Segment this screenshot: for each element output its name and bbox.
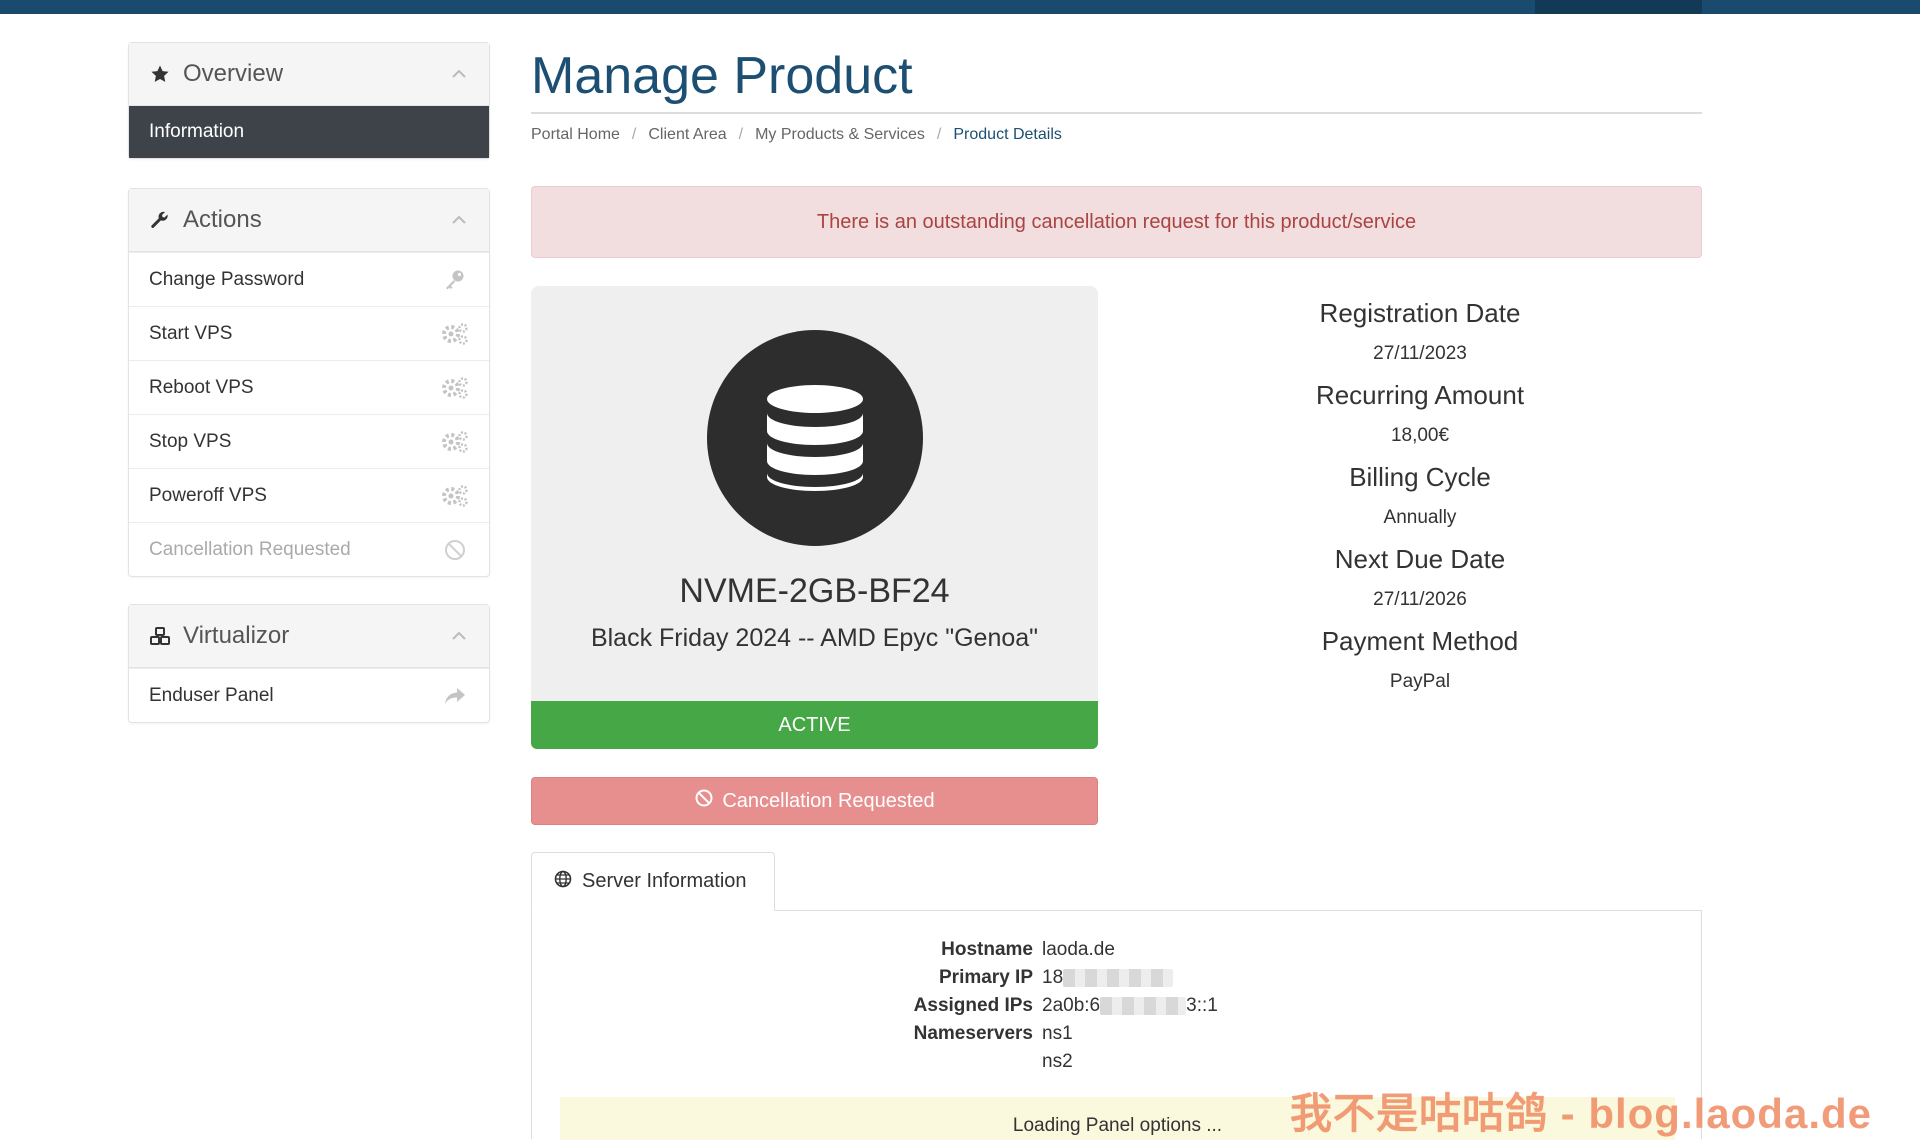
breadcrumb-separator: / <box>738 126 744 143</box>
server-row-hostname: Hostname laoda.de <box>532 939 1703 967</box>
cancellation-requested-button[interactable]: Cancellation Requested <box>531 777 1098 825</box>
product-details: Registration Date 27/11/2023 Recurring A… <box>1200 290 1640 700</box>
overview-panel-header[interactable]: Overview <box>129 43 489 106</box>
gears-icon <box>441 374 469 402</box>
detail-value: 18,00€ <box>1390 425 1450 446</box>
tab-server-information[interactable]: Server Information <box>531 852 775 911</box>
breadcrumb-product-details: Product Details <box>953 126 1062 143</box>
globe-icon <box>554 870 572 894</box>
top-nav-bar <box>0 0 1920 14</box>
sidebar-item-stop-vps[interactable]: Stop VPS <box>129 414 489 468</box>
tab-label: Server Information <box>582 870 747 892</box>
sidebar-item-label: Poweroff VPS <box>149 484 267 506</box>
detail-label: Next Due Date <box>1334 544 1506 574</box>
breadcrumb: Portal Home / Client Area / My Products … <box>531 126 1062 144</box>
product-name: NVME-2GB-BF24 <box>679 572 950 610</box>
sidebar-item-enduser-panel[interactable]: Enduser Panel <box>129 668 489 722</box>
watermark: 我不是咕咕鸽 - blog.laoda.de <box>1290 1090 1873 1137</box>
sidebar-item-label: Enduser Panel <box>149 684 274 706</box>
ban-icon <box>441 536 469 564</box>
sidebar-item-label: Change Password <box>149 268 305 290</box>
server-value: ns2 <box>1042 1051 1073 1072</box>
cubes-icon <box>149 625 171 647</box>
product-card: NVME-2GB-BF24 Black Friday 2024 -- AMD E… <box>531 286 1098 710</box>
sidebar-item-label: Reboot VPS <box>149 376 254 398</box>
sidebar-item-reboot-vps[interactable]: Reboot VPS <box>129 360 489 414</box>
breadcrumb-client-area[interactable]: Client Area <box>648 126 726 144</box>
sidebar-item-start-vps[interactable]: Start VPS <box>129 306 489 360</box>
gears-icon <box>441 428 469 456</box>
virtualizor-panel: Virtualizor Enduser Panel <box>128 604 490 723</box>
detail-label: Billing Cycle <box>1349 462 1491 492</box>
assigned-ip-prefix: 2a0b:6 <box>1042 995 1101 1016</box>
server-row-primary-ip: Primary IP 18 <box>532 967 1703 995</box>
page-title: Manage Product <box>531 47 913 105</box>
detail-value: 27/11/2023 <box>1373 343 1467 364</box>
virtualizor-panel-title: Virtualizor <box>183 622 290 649</box>
breadcrumb-separator: / <box>936 126 942 143</box>
share-icon <box>441 682 469 710</box>
sidebar-item-cancellation-requested: Cancellation Requested <box>129 522 489 576</box>
chevron-up-icon[interactable] <box>449 64 469 84</box>
server-value: ns1 <box>1042 1023 1073 1044</box>
chevron-up-icon[interactable] <box>449 626 469 646</box>
server-value: laoda.de <box>1042 939 1115 960</box>
server-label: Assigned IPs <box>913 995 1033 1016</box>
gears-icon <box>441 482 469 510</box>
wrench-icon <box>149 209 171 231</box>
sidebar-item-change-password[interactable]: Change Password <box>129 252 489 306</box>
detail-value: Annually <box>1383 507 1457 528</box>
virtualizor-panel-header[interactable]: Virtualizor <box>129 605 489 668</box>
breadcrumb-separator: / <box>631 126 637 143</box>
server-value: 18 <box>1042 967 1174 989</box>
sidebar-item-label: Stop VPS <box>149 430 232 452</box>
key-icon <box>441 266 469 294</box>
overview-panel-title: Overview <box>183 60 284 87</box>
actions-panel: Actions Change Password Start VPS Reboot… <box>128 188 490 577</box>
server-label: Hostname <box>941 939 1033 960</box>
sidebar-item-information[interactable]: Information <box>129 106 489 158</box>
breadcrumb-portal-home[interactable]: Portal Home <box>531 126 620 144</box>
detail-label: Payment Method <box>1321 626 1519 656</box>
server-row-nameserver-2: ns2 <box>532 1051 1703 1079</box>
star-icon <box>149 63 171 85</box>
server-value: 2a0b:6 3::1 <box>1042 995 1218 1017</box>
status-badge: ACTIVE <box>531 701 1098 749</box>
actions-panel-title: Actions <box>183 206 262 233</box>
database-icon <box>707 330 923 546</box>
assigned-ip-suffix: 3::1 <box>1186 995 1218 1016</box>
sidebar-item-label: Start VPS <box>149 322 233 344</box>
product-group: Black Friday 2024 -- AMD Epyc "Genoa" <box>590 624 1039 652</box>
gears-icon <box>441 320 469 348</box>
actions-panel-header[interactable]: Actions <box>129 189 489 252</box>
cancellation-alert: There is an outstanding cancellation req… <box>531 186 1702 258</box>
detail-label: Recurring Amount <box>1315 380 1525 410</box>
title-divider <box>531 112 1702 114</box>
server-row-nameservers: Nameservers ns1 <box>532 1023 1703 1051</box>
detail-value: PayPal <box>1389 671 1451 692</box>
ban-icon <box>694 788 714 814</box>
sidebar-item-poweroff-vps[interactable]: Poweroff VPS <box>129 468 489 522</box>
server-row-assigned-ips: Assigned IPs 2a0b:6 3::1 <box>532 995 1703 1023</box>
breadcrumb-products-services[interactable]: My Products & Services <box>755 126 925 144</box>
server-label: Nameservers <box>913 1023 1033 1044</box>
chevron-up-icon[interactable] <box>449 210 469 230</box>
cancel-button-label: Cancellation Requested <box>722 789 935 812</box>
server-label: Primary IP <box>939 967 1033 988</box>
overview-panel: Overview Information <box>128 42 490 159</box>
redacted-block <box>1100 996 1187 1015</box>
sidebar-item-label: Cancellation Requested <box>149 538 351 560</box>
primary-ip-prefix: 18 <box>1042 967 1064 988</box>
top-nav-active-tab[interactable] <box>1535 0 1702 14</box>
redacted-block <box>1063 968 1174 987</box>
detail-value: 27/11/2026 <box>1373 589 1467 610</box>
detail-label: Registration Date <box>1319 298 1521 328</box>
